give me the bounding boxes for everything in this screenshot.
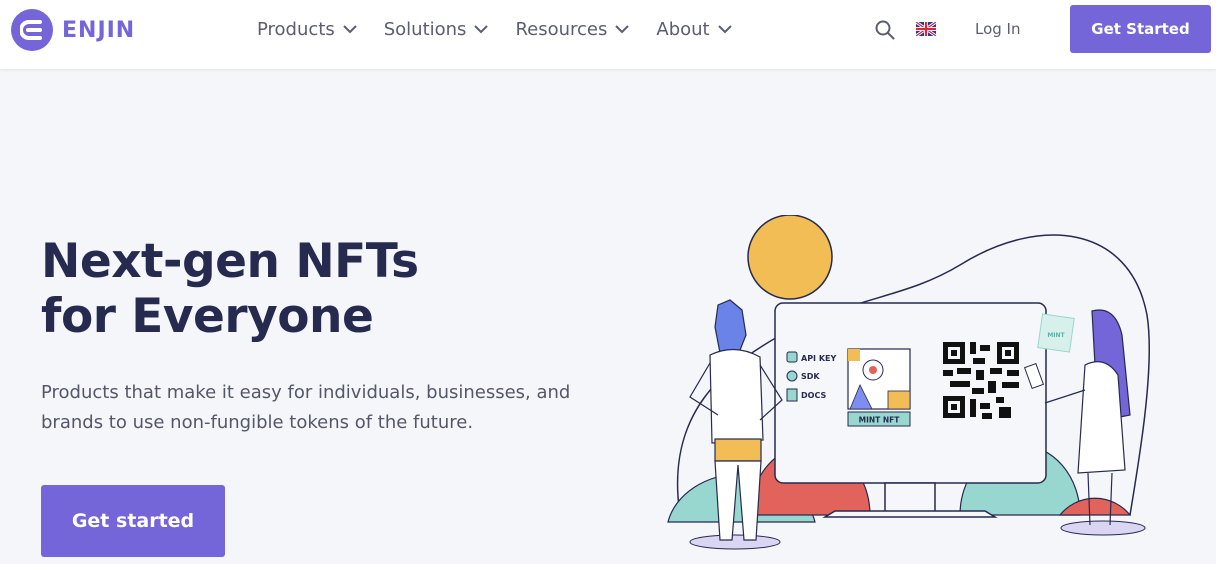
- nav-item-solutions[interactable]: Solutions: [384, 17, 489, 41]
- nft-card-orb-core: [869, 366, 877, 374]
- mint-badge-label: MINT: [1047, 332, 1065, 339]
- docs-icon: [786, 388, 798, 402]
- monitor-base: [822, 510, 998, 518]
- site-header: ENJIN Products Solutions Resources About…: [0, 0, 1216, 69]
- nav-item-label: Resources: [515, 18, 608, 40]
- nft-card-orange: [887, 390, 911, 410]
- hero-subtitle-line: brands to use non-fungible tokens of the…: [41, 412, 474, 433]
- nav-item-label: Solutions: [383, 18, 467, 40]
- hero-subtitle-line: Products that make it easy for individua…: [41, 382, 571, 403]
- main-nav: Products Solutions Resources About: [257, 17, 759, 41]
- shadow-left: [689, 534, 781, 550]
- chevron-down-icon: [717, 24, 732, 33]
- sun-circle: [747, 215, 833, 300]
- docs-label: DOCS: [801, 391, 826, 400]
- monitor-stand: [884, 482, 936, 516]
- chevron-down-icon: [615, 24, 630, 33]
- search-icon[interactable]: [875, 20, 895, 40]
- enjin-logo[interactable]: ENJIN: [11, 9, 135, 51]
- uk-flag-icon[interactable]: [916, 22, 936, 36]
- nav-item-label: About: [656, 18, 710, 40]
- hero-title-line: Next-gen NFTs: [41, 234, 419, 289]
- api-key-icon: [786, 351, 798, 363]
- sdk-label: SDK: [801, 372, 820, 381]
- nav-item-about[interactable]: About: [656, 17, 732, 41]
- enjin-logo-icon: [11, 9, 53, 51]
- get-started-button[interactable]: Get Started: [1070, 5, 1211, 53]
- nft-card-yellow: [848, 349, 860, 361]
- sdk-gear-icon: [786, 370, 798, 382]
- chevron-down-icon: [343, 24, 357, 33]
- hero-title: Next-gen NFTs for Everyone: [41, 234, 561, 344]
- hero-illustration: API KEY SDK DOCS MINT NFT MINT: [667, 215, 1151, 550]
- api-key-label: API KEY: [801, 354, 836, 363]
- hero-get-started-button[interactable]: Get started: [41, 485, 225, 557]
- nav-item-products[interactable]: Products: [257, 17, 357, 41]
- mint-nft-label: MINT NFT: [859, 416, 901, 425]
- shadow-right: [1060, 520, 1146, 536]
- chevron-down-icon: [474, 24, 489, 33]
- hero-subtitle: Products that make it easy for individua…: [41, 378, 601, 438]
- login-link[interactable]: Log In: [975, 20, 1021, 38]
- nav-item-resources[interactable]: Resources: [515, 17, 630, 41]
- nav-item-label: Products: [257, 18, 335, 40]
- hero-title-line: for Everyone: [41, 289, 374, 344]
- brand-name: ENJIN: [62, 17, 136, 43]
